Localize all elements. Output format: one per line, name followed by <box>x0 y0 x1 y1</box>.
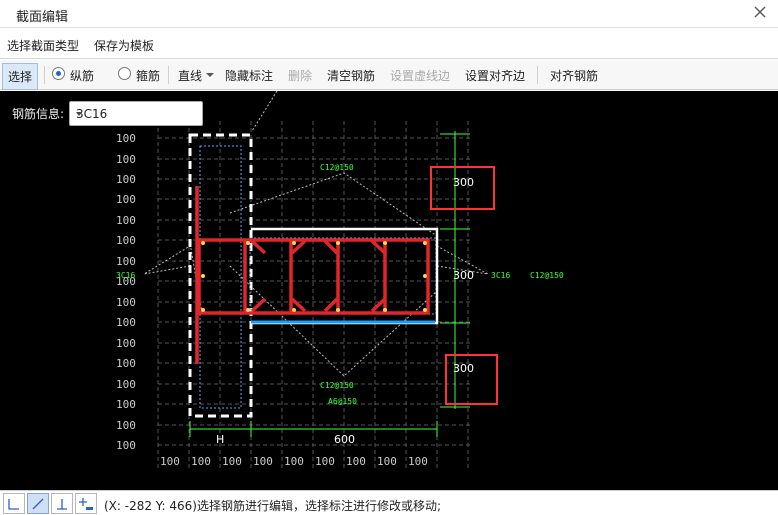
window-title: 截面编辑 <box>16 10 69 25</box>
close-icon[interactable] <box>752 4 768 20</box>
divider <box>44 66 45 84</box>
add-icon <box>79 498 93 510</box>
stirrup-hooks <box>250 297 387 313</box>
grid-label: 100 <box>116 378 136 391</box>
hide-annotation-button[interactable]: 隐藏标注 <box>225 67 273 84</box>
status-text: (X: -282 Y: 466)选择钢筋进行编辑，选择标注进行修改或移动; <box>104 499 442 513</box>
set-alignment-edge-button[interactable]: 设置对齐边 <box>465 67 525 84</box>
drawing-canvas[interactable]: 100 100 100 100 100 100 100 100 100 100 … <box>0 91 778 490</box>
chevron-down-icon[interactable] <box>206 73 214 78</box>
rebar-info-label: 钢筋信息: <box>12 107 65 121</box>
radio-stirrup[interactable] <box>118 67 131 80</box>
rebar-info-select[interactable]: 3C16 <box>69 101 203 126</box>
rebar-points[interactable] <box>201 241 427 312</box>
chevron-down-icon <box>76 112 82 116</box>
grid-label: 100 <box>315 455 335 468</box>
select-button[interactable]: 选择 <box>2 63 39 90</box>
right-rebar-label: 3C16 <box>491 271 510 280</box>
grid-label: 100 <box>284 455 304 468</box>
perpendicular-icon <box>57 499 67 510</box>
dim-upper-label: 300 <box>453 176 474 189</box>
grid-label: 100 <box>346 455 366 468</box>
radio-longitudinal-label[interactable]: 纵筋 <box>70 67 94 84</box>
snap-line-button[interactable] <box>27 493 49 514</box>
grid-label: 100 <box>116 419 136 432</box>
grid-label: 100 <box>116 132 136 145</box>
clear-rebar-button[interactable]: 清空钢筋 <box>327 67 375 84</box>
grid-label: 100 <box>116 214 136 227</box>
status-bar: (X: -282 Y: 466)选择钢筋进行编辑，选择标注进行修改或移动; <box>0 490 778 515</box>
grid-label: 100 <box>377 455 397 468</box>
grid-labels-left: 100 100 100 100 100 100 100 100 100 100 … <box>116 132 136 452</box>
dim-middle-label: 300 <box>453 269 474 282</box>
grid-labels-bottom: 100 100 100 100 100 100 100 100 100 <box>160 455 428 468</box>
grid-label: 100 <box>191 455 211 468</box>
diagonal-line-icon <box>32 498 44 510</box>
grid-label: 100 <box>116 153 136 166</box>
corner-icon <box>8 499 19 510</box>
grid-label: 100 <box>116 193 136 206</box>
snap-perpendicular-button[interactable] <box>51 493 73 514</box>
add-point-button[interactable] <box>75 493 97 514</box>
grid <box>157 121 470 471</box>
toolbar: 选择 纵筋 箍筋 直线 隐藏标注 删除 清空钢筋 设置虚线边 设置对齐边 对齐钢… <box>0 60 778 90</box>
grid-label: 100 <box>116 398 136 411</box>
section-drawing[interactable]: 100 100 100 100 100 100 100 100 100 100 … <box>0 91 778 490</box>
right-stirrup-label: C12@150 <box>530 271 564 280</box>
width-left-label: H <box>216 433 224 446</box>
grid-label: 100 <box>222 455 242 468</box>
radio-longitudinal[interactable] <box>52 67 65 80</box>
menu-bar: 选择截面类型 保存为模板 <box>0 29 778 59</box>
title-bar: 截面编辑 <box>0 0 778 28</box>
set-dashed-edge-button[interactable]: 设置虚线边 <box>390 67 450 84</box>
flange-inner-outline <box>249 237 437 315</box>
grid-label: 100 <box>116 234 136 247</box>
grid-label: 100 <box>116 255 136 268</box>
left-rebar-label: 3C16 <box>116 271 135 280</box>
grid-label: 100 <box>116 316 136 329</box>
line-dropdown[interactable]: 直线 <box>178 67 202 84</box>
divider <box>537 66 538 84</box>
grid-label: 100 <box>116 357 136 370</box>
grid-label: 100 <box>116 173 136 186</box>
grid-label: 100 <box>116 439 136 452</box>
width-bottom-label: 600 <box>334 433 355 446</box>
top-stirrup-label: C12@150 <box>320 163 354 172</box>
delete-button[interactable]: 删除 <box>288 67 312 84</box>
stirrup-hooks <box>250 239 387 255</box>
grid-label: 100 <box>116 296 136 309</box>
menu-select-section-type[interactable]: 选择截面类型 <box>7 37 79 54</box>
grid-label: 100 <box>116 337 136 350</box>
dim-lower-label: 300 <box>453 362 474 375</box>
snap-corner-button[interactable] <box>3 493 25 514</box>
grid-label: 100 <box>253 455 273 468</box>
align-rebar-button[interactable]: 对齐钢筋 <box>550 67 598 84</box>
radio-stirrup-label[interactable]: 箍筋 <box>136 67 160 84</box>
menu-save-as-template[interactable]: 保存为模板 <box>94 37 154 54</box>
tie-label: A6@150 <box>328 397 357 406</box>
grid-label: 100 <box>160 455 180 468</box>
bottom-stirrup-label: C12@150 <box>320 381 354 390</box>
grid-label: 100 <box>408 455 428 468</box>
divider <box>168 66 169 84</box>
